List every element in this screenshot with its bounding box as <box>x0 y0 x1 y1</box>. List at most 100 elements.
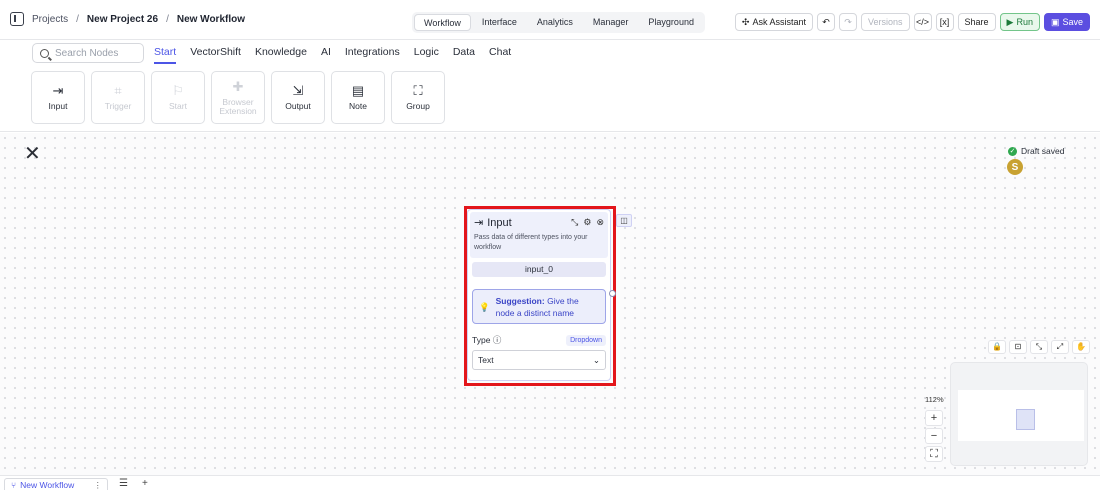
category-tab-logic[interactable]: Logic <box>414 46 439 64</box>
node-card-browser-extension[interactable]: ✚ Browser Extension <box>211 71 265 124</box>
category-tab-vectorshift[interactable]: VectorShift <box>190 46 241 64</box>
node-card-start[interactable]: ⚐ Start <box>151 71 205 124</box>
collapse-all-icon[interactable]: ⤡ <box>1030 340 1048 354</box>
redo-icon: ↷ <box>844 16 852 27</box>
gear-icon[interactable]: ⚙ <box>583 217 591 228</box>
tab-interface[interactable]: Interface <box>473 14 526 31</box>
close-circle-icon[interactable]: ⊗ <box>596 217 604 228</box>
close-icon[interactable]: ✕ <box>24 144 41 164</box>
collapse-icon[interactable]: ⤡ <box>571 217 578 228</box>
category-tab-chat[interactable]: Chat <box>489 46 511 64</box>
workflow-canvas[interactable]: ✕ ✓ Draft saved S ⇥ Input ⤡ ⚙ ⊗ Pass dat… <box>0 133 1100 475</box>
breadcrumb-project[interactable]: New Project 26 <box>87 14 158 25</box>
undo-icon: ↶ <box>822 16 830 27</box>
suggestion-text: Suggestion: Give the node a distinct nam… <box>496 295 599 319</box>
breadcrumb-projects[interactable]: Projects <box>32 14 68 25</box>
node-header: ⇥ Input ⤡ ⚙ ⊗ Pass data of different typ… <box>470 212 608 258</box>
node-description: Pass data of different types into your w… <box>474 234 588 251</box>
node-card-trigger[interactable]: ⌗ Trigger <box>91 71 145 124</box>
tab-manager[interactable]: Manager <box>584 14 638 31</box>
fit-view-icon[interactable]: ⊡ <box>1009 340 1027 354</box>
side-panel-toggle-icon[interactable]: ◫ <box>616 214 632 227</box>
node-card-input[interactable]: ⇥ Input <box>31 71 85 124</box>
minimap[interactable] <box>950 362 1088 466</box>
zoom-in-icon[interactable]: + <box>925 410 943 426</box>
zoom-controls: + − ⛶ <box>925 410 943 462</box>
expand-icon[interactable]: ⤢ <box>1051 340 1069 354</box>
type-label-text: Type <box>472 335 491 345</box>
node-title-label: Input <box>487 216 512 229</box>
draft-status: ✓ Draft saved <box>1008 146 1064 156</box>
node-card-label: Input <box>48 101 68 111</box>
redo-button[interactable]: ↷ <box>838 13 857 31</box>
hand-icon[interactable]: ✋ <box>1072 340 1090 354</box>
type-select-value: Text <box>478 355 494 365</box>
tab-workflow[interactable]: Workflow <box>414 14 471 31</box>
node-card-label: Browser Extension <box>219 96 257 116</box>
minimap-viewport <box>958 390 1084 441</box>
category-tab-ai[interactable]: AI <box>321 46 331 64</box>
lightbulb-icon: 💡 <box>479 301 490 312</box>
group-icon: ⛶ <box>413 83 423 98</box>
note-icon: ▤ <box>351 83 365 98</box>
ask-assistant-label: Ask Assistant <box>752 17 806 27</box>
search-input[interactable]: Search Nodes <box>32 43 144 63</box>
category-tab-knowledge[interactable]: Knowledge <box>255 46 307 64</box>
type-badge: Dropdown <box>566 334 606 346</box>
more-icon[interactable]: ⋮ <box>94 479 103 490</box>
run-label: Run <box>1016 17 1033 27</box>
node-card-label: Start <box>169 101 187 111</box>
save-icon: ▣ <box>1050 16 1060 27</box>
node-card-label: Trigger <box>104 101 132 111</box>
node-card-label: Group <box>406 101 430 111</box>
zoom-out-icon[interactable]: − <box>925 428 943 444</box>
tab-playground[interactable]: Playground <box>639 14 703 31</box>
run-button[interactable]: ▶ Run <box>999 13 1040 31</box>
node-cards: ⇥ Input ⌗ Trigger ⚐ Start ✚ Browser Exte… <box>31 71 445 124</box>
node-name-field[interactable]: input_0 <box>472 262 606 277</box>
share-button[interactable]: Share <box>957 13 996 31</box>
versions-button[interactable]: Versions <box>860 13 910 31</box>
code-icon: </> <box>915 17 929 27</box>
suggestion-label: Suggestion: <box>495 295 545 306</box>
node-card-group[interactable]: ⛶ Group <box>391 71 445 124</box>
type-select[interactable]: Text ⌄ <box>472 350 606 370</box>
category-tab-start[interactable]: Start <box>154 46 177 64</box>
sidebar-toggle-icon[interactable] <box>10 12 24 26</box>
sparkle-icon: ✣ <box>741 16 750 27</box>
breadcrumb-separator: / <box>166 13 169 25</box>
workflow-tab-label: New Workflow <box>20 480 75 490</box>
input-node[interactable]: ⇥ Input ⤡ ⚙ ⊗ Pass data of different typ… <box>467 209 611 381</box>
bottom-bar: ⑂ New Workflow ⋮ ☰ + <box>0 475 1100 490</box>
category-tab-data[interactable]: Data <box>453 46 475 64</box>
workflow-tab[interactable]: ⑂ New Workflow ⋮ <box>4 478 108 490</box>
view-controls: 🔒 ⊡ ⤡ ⤢ ✋ <box>988 340 1090 354</box>
versions-label: Versions <box>867 17 903 27</box>
main-tabs: Workflow Interface Analytics Manager Pla… <box>412 12 705 33</box>
save-button[interactable]: ▣ Save <box>1043 13 1090 31</box>
play-icon: ▶ <box>1006 16 1014 27</box>
fullscreen-icon[interactable]: ⛶ <box>925 446 943 462</box>
input-icon: ⇥ <box>474 217 484 229</box>
tab-analytics[interactable]: Analytics <box>528 14 582 31</box>
code-button[interactable]: </> <box>913 13 932 31</box>
zoom-level: 112% <box>925 395 944 404</box>
output-handle[interactable] <box>609 290 616 297</box>
ask-assistant-button[interactable]: ✣ Ask Assistant <box>734 13 813 31</box>
category-tab-integrations[interactable]: Integrations <box>345 46 400 64</box>
breadcrumb-workflow[interactable]: New Workflow <box>177 14 245 25</box>
lock-icon[interactable]: 🔒 <box>988 340 1006 354</box>
info-icon: ⓘ <box>492 335 502 345</box>
variables-button[interactable]: [x] <box>935 13 954 31</box>
breadcrumb: Projects / New Project 26 / New Workflow <box>10 12 245 26</box>
add-tab-icon[interactable]: + <box>142 479 148 489</box>
variables-icon: [x] <box>939 17 950 27</box>
suggestion-box: 💡 Suggestion: Give the node a distinct n… <box>472 289 606 324</box>
node-card-output[interactable]: ⇲ Output <box>271 71 325 124</box>
output-icon: ⇲ <box>292 83 304 98</box>
node-card-note[interactable]: ▤ Note <box>331 71 385 124</box>
node-toolbar: Search Nodes Start VectorShift Knowledge… <box>0 40 1100 132</box>
avatar[interactable]: S <box>1007 159 1023 175</box>
undo-button[interactable]: ↶ <box>816 13 835 31</box>
list-icon[interactable]: ☰ <box>119 479 128 489</box>
